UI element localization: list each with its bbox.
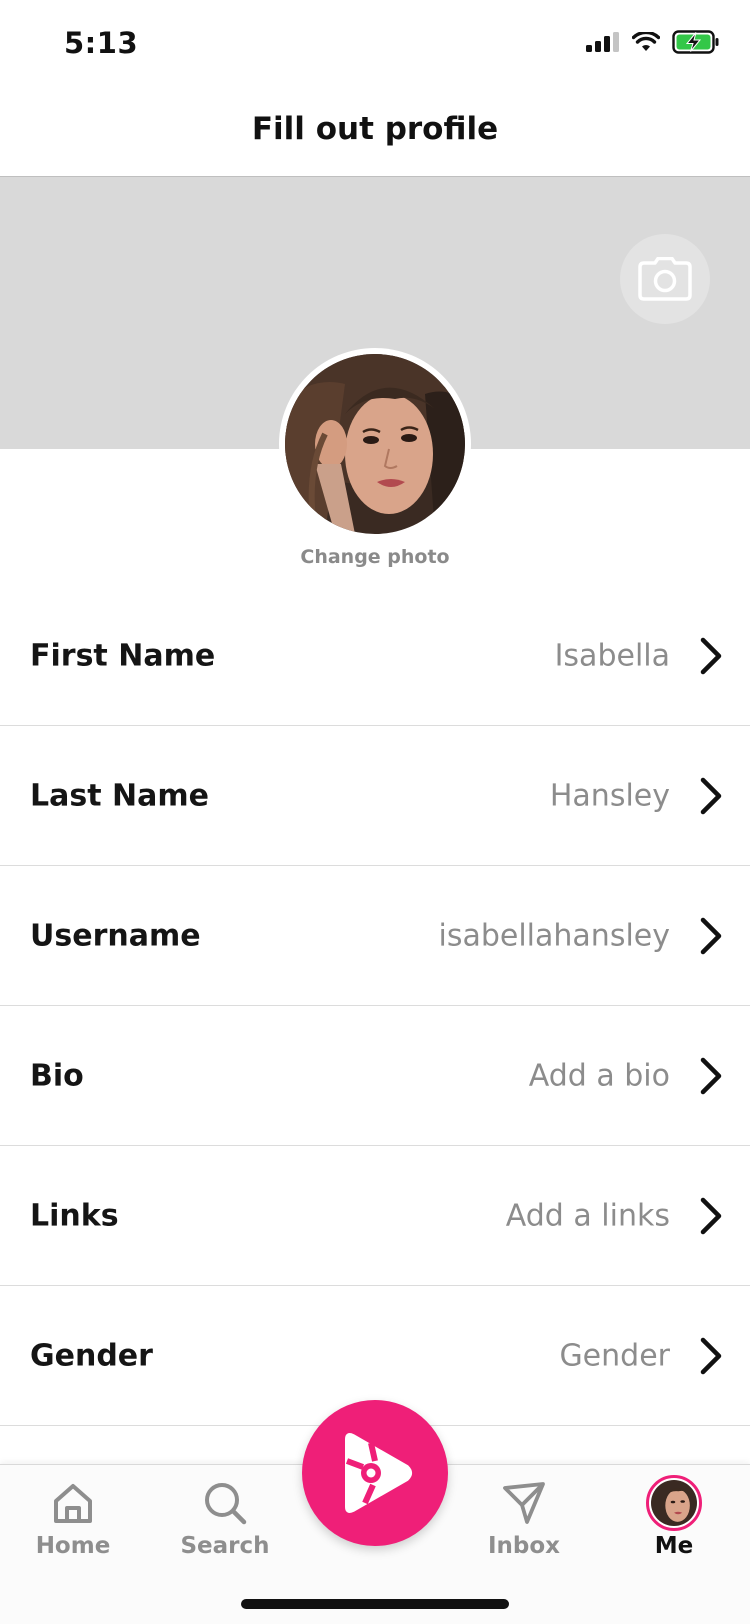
tab-search[interactable]: Search: [160, 1477, 290, 1559]
profile-avatar[interactable]: [279, 348, 471, 540]
create-play-icon: [345, 1433, 412, 1513]
tab-label: Search: [180, 1533, 270, 1559]
search-icon: [199, 1477, 251, 1529]
profile-fields: First Name Isabella Last Name Hansley Us…: [0, 586, 750, 1426]
chevron-right-icon: [700, 1197, 722, 1234]
field-label: Bio: [30, 1058, 84, 1093]
send-icon: [498, 1477, 550, 1529]
field-label: Username: [30, 918, 201, 953]
tab-label: Me: [654, 1533, 694, 1559]
avatar-photo: [285, 354, 465, 534]
field-value: Hansley: [549, 778, 670, 813]
home-icon: [47, 1477, 99, 1529]
status-icons: [586, 30, 720, 54]
tab-me[interactable]: Me: [609, 1475, 739, 1559]
field-value: Gender: [559, 1338, 670, 1373]
chevron-right-icon: [700, 777, 722, 814]
wifi-icon: [632, 32, 660, 51]
field-row-first-name[interactable]: First Name Isabella: [0, 586, 750, 726]
me-avatar-wrap: [646, 1475, 702, 1531]
tab-inbox[interactable]: Inbox: [459, 1477, 589, 1559]
create-button[interactable]: [302, 1400, 448, 1546]
chevron-right-icon: [700, 637, 722, 674]
battery-charging-icon: [672, 30, 719, 54]
field-label: Gender: [30, 1338, 153, 1373]
field-value: Add a bio: [528, 1058, 670, 1093]
chevron-right-icon: [700, 1337, 722, 1374]
field-row-links[interactable]: Links Add a links: [0, 1146, 750, 1286]
cover-camera-button[interactable]: [620, 234, 710, 324]
field-row-bio[interactable]: Bio Add a bio: [0, 1006, 750, 1146]
camera-icon: [638, 257, 692, 301]
tab-home[interactable]: Home: [8, 1477, 138, 1559]
chevron-right-icon: [700, 1057, 722, 1094]
chevron-right-icon: [700, 917, 722, 954]
change-photo-link[interactable]: Change photo: [0, 546, 750, 568]
tab-label: Home: [35, 1533, 111, 1559]
field-row-last-name[interactable]: Last Name Hansley: [0, 726, 750, 866]
header: Fill out profile: [0, 90, 750, 177]
field-value: Isabella: [554, 638, 670, 673]
status-time: 5:13: [64, 26, 139, 60]
avatar: [646, 1475, 702, 1531]
field-label: Last Name: [30, 778, 209, 813]
avatar-image: [651, 1480, 697, 1526]
field-label: Links: [30, 1198, 119, 1233]
signal-icon: [586, 32, 619, 52]
field-row-username[interactable]: Username isabellahansley: [0, 866, 750, 1006]
home-indicator: [241, 1599, 509, 1609]
field-value: Add a links: [505, 1198, 670, 1233]
status-bar: 5:13: [0, 0, 750, 90]
page-title: Fill out profile: [251, 111, 499, 147]
field-label: First Name: [30, 638, 216, 673]
tab-label: Inbox: [487, 1533, 561, 1559]
field-value: isabellahansley: [438, 918, 671, 953]
